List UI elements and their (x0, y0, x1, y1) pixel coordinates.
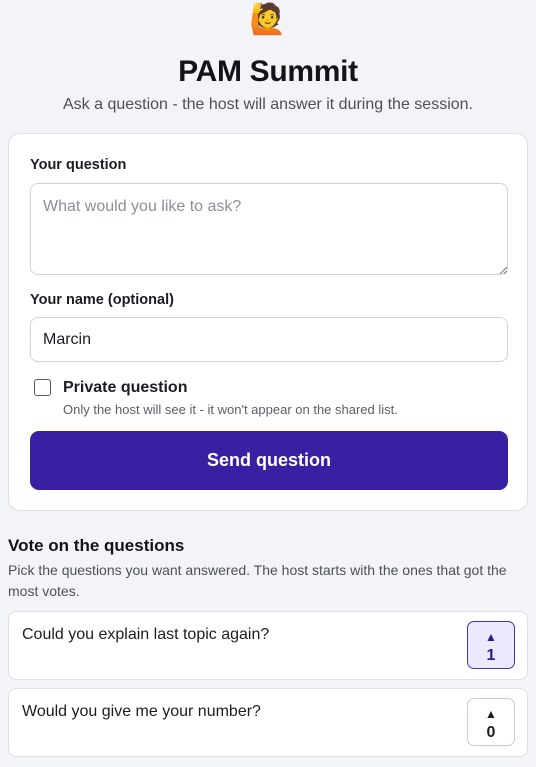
page: 🙋 PAM Summit Ask a question - the host w… (0, 0, 536, 767)
question-label: Your question (30, 157, 127, 173)
vote-section-title: Vote on the questions (8, 536, 185, 555)
upvote-button[interactable]: ▲ 0 (467, 698, 515, 746)
page-title: PAM Summit (178, 55, 358, 88)
question-text: Would you give me your number? (22, 703, 261, 720)
send-question-button[interactable]: Send question (30, 431, 508, 490)
private-question-label[interactable]: Private question (63, 379, 187, 397)
vote-count: 1 (486, 647, 496, 664)
raising-hand-emoji: 🙋 (249, 3, 287, 36)
question-textarea[interactable] (30, 183, 508, 275)
private-question-checkbox[interactable] (34, 379, 51, 396)
name-input[interactable] (30, 317, 508, 362)
private-question-hint: Only the host will see it - it won't app… (63, 402, 398, 417)
vote-section-description: Pick the questions you want answered. Th… (8, 562, 507, 599)
question-item: Could you explain last topic again? ▲ 1 (8, 611, 528, 680)
vote-count: 0 (486, 724, 496, 741)
upvote-arrow-icon: ▲ (485, 630, 497, 644)
question-text: Could you explain last topic again? (22, 626, 270, 643)
page-subtitle: Ask a question - the host will answer it… (63, 96, 473, 113)
upvote-button[interactable]: ▲ 1 (467, 621, 515, 669)
resize-grip-icon[interactable] (499, 266, 507, 274)
question-item: Would you give me your number? ▲ 0 (8, 688, 528, 757)
upvote-arrow-icon: ▲ (485, 707, 497, 721)
name-label: Your name (optional) (30, 292, 174, 308)
question-form: Your question Your name (optional) Priva… (8, 133, 528, 511)
